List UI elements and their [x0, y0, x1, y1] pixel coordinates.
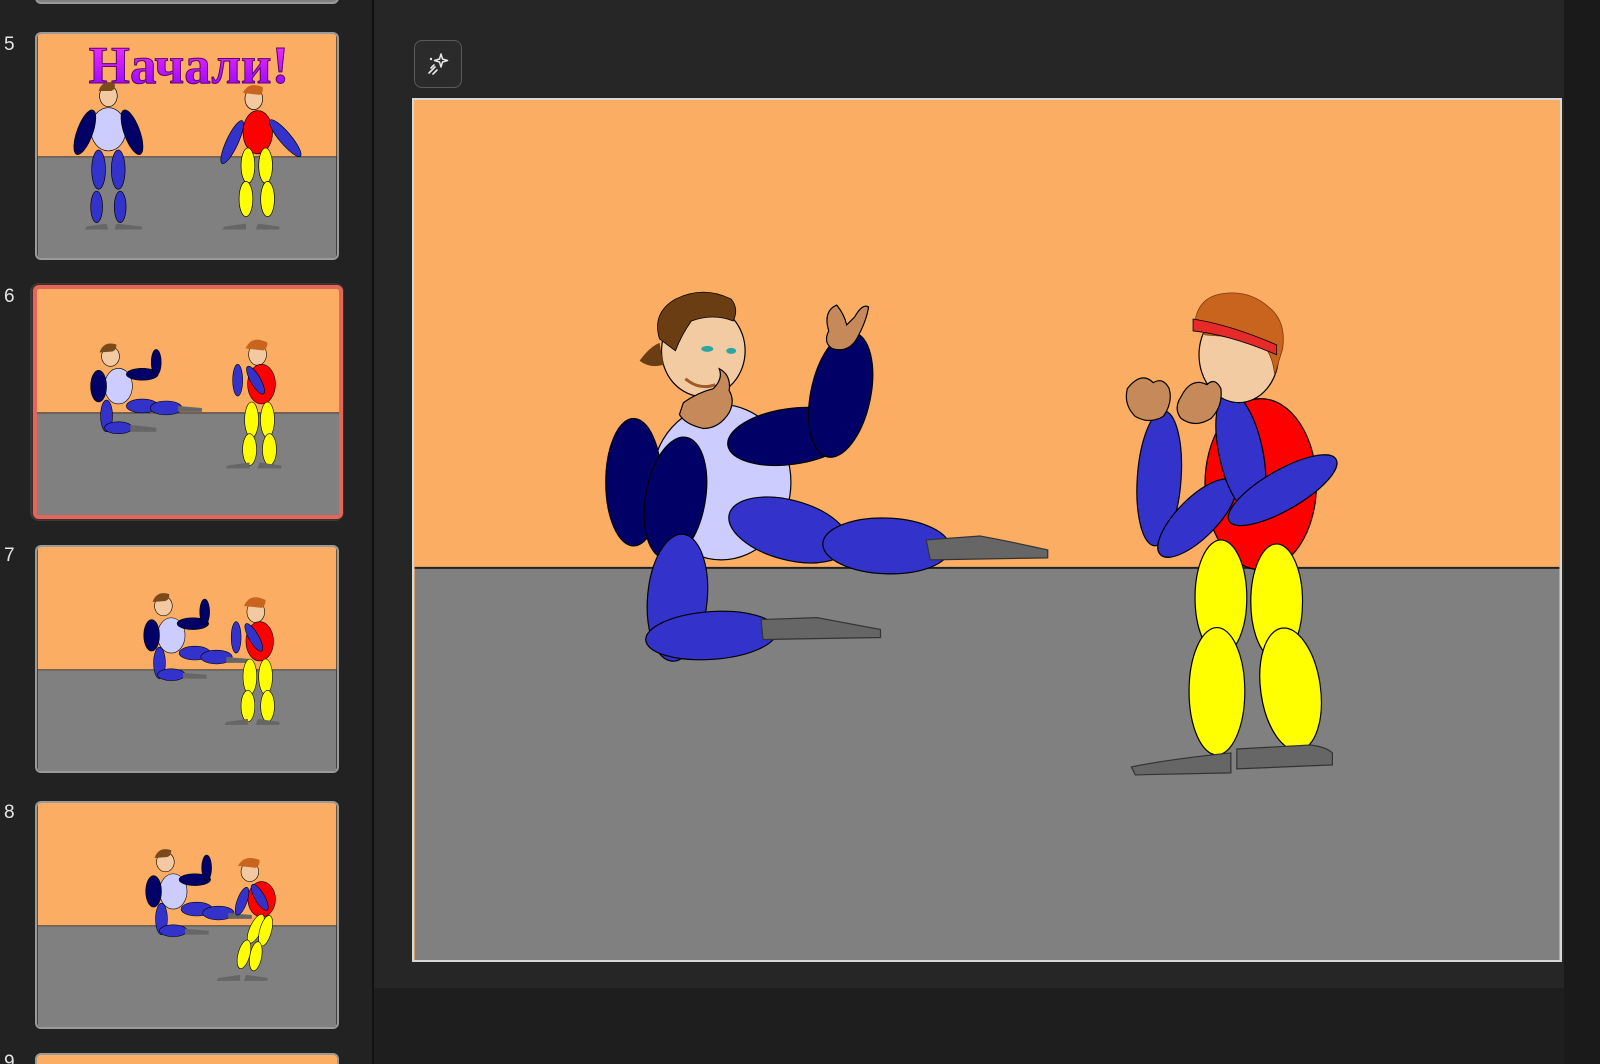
- floor-background: [414, 567, 1560, 960]
- slide-thumbnail-5[interactable]: Начали!: [35, 32, 339, 260]
- current-slide-canvas[interactable]: [412, 98, 1562, 962]
- slide-5-preview: Начали!: [37, 34, 337, 258]
- slide-thumbnail-6[interactable]: [33, 285, 343, 519]
- slide-6-artwork: [414, 100, 1560, 960]
- wall-background: [414, 100, 1560, 568]
- presentation-app: 5 Начали! 6 7 8 9: [0, 0, 1600, 1064]
- scroll-gutter: [1564, 0, 1600, 1064]
- slide-number: 6: [4, 286, 15, 307]
- slide-thumbnail-9[interactable]: [35, 1053, 339, 1064]
- slide-number: 7: [4, 545, 15, 566]
- slide-thumbnail-partial-top[interactable]: [35, 0, 339, 4]
- slide-thumbnail-7[interactable]: [35, 545, 339, 773]
- slide-7-preview: [37, 547, 337, 771]
- slide-canvas-panel: [374, 0, 1564, 988]
- slide-thumbnail-panel[interactable]: 5 Начали! 6 7 8 9: [0, 0, 374, 1064]
- sparkle-wand-icon: [428, 53, 449, 75]
- slide-number: 8: [4, 802, 15, 823]
- slide-thumbnail-8[interactable]: [35, 801, 339, 1029]
- magic-wand-button[interactable]: [414, 40, 462, 88]
- slide-6-preview: [37, 289, 339, 515]
- slide-number: 5: [4, 34, 15, 55]
- slide-editor-area[interactable]: [374, 0, 1600, 1064]
- slide-8-preview: [37, 803, 337, 1027]
- slide-number: 9: [4, 1052, 15, 1064]
